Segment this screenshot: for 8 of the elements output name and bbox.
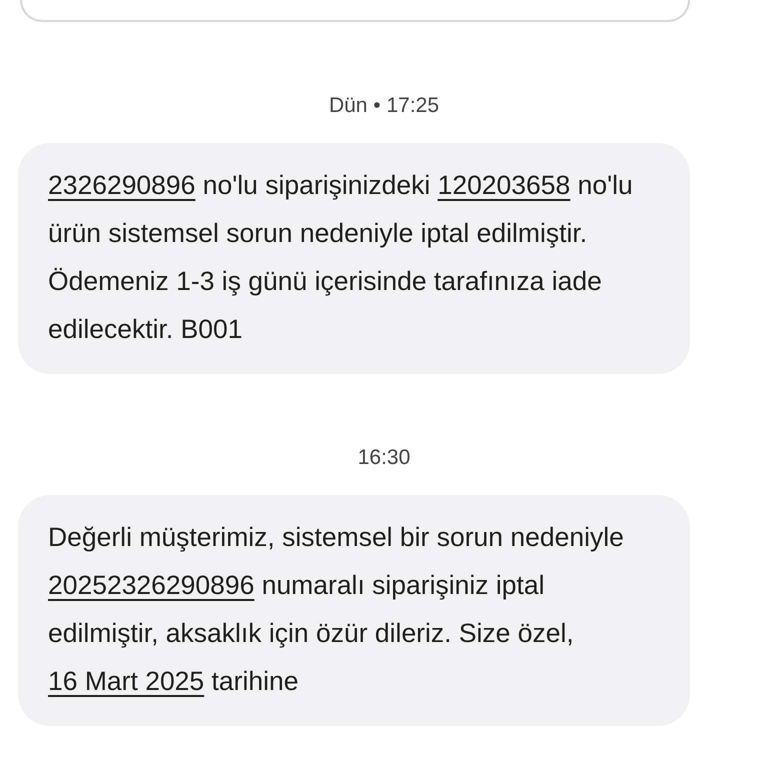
timestamp: Dün • 17:25 bbox=[328, 94, 440, 118]
message-link[interactable]: 20252326290896 bbox=[48, 570, 254, 600]
message-link[interactable]: 2326290896 bbox=[48, 170, 196, 200]
timestamp: 16:30 bbox=[358, 446, 410, 470]
message-text: Değerli müşterimiz, sistemsel bir sorun nedeniyle 20252326290896 numaralı siparişiniz iptal edilmiştir, aksaklık için özür dileriz. Size özel, 16 Mart 2025 tarihine bbox=[48, 521, 625, 698]
message-link[interactable]: 16 Mart 2025 bbox=[48, 666, 204, 696]
message-link[interactable]: 120203658 bbox=[438, 170, 570, 200]
message-text: 2326290896 no'lu siparişinizdeki 120203658 no'lu ürün sistemsel sorun nedeniyle iptal edilmiştir. Ödemeniz 1-3 iş günü içerisinde tarafınıza iade edilecektir. B001 bbox=[48, 169, 634, 346]
